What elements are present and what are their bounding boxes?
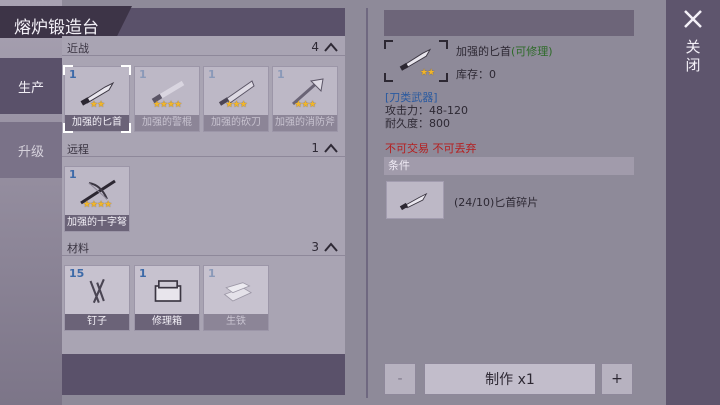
rarity-stars: ★★ — [89, 100, 105, 110]
item-name-text: 加强的匕首 — [456, 45, 511, 58]
decrease-quantity-button[interactable]: - — [384, 363, 416, 395]
chevron-up-icon[interactable] — [323, 142, 339, 154]
recipe-item-reinforced-crossbow[interactable]: 1 ★★★★ 加强的十字弩 — [64, 166, 130, 232]
durability-stat: 耐久度：800 — [385, 117, 450, 130]
item-label: 生铁 — [204, 314, 268, 330]
frame-corner — [384, 40, 393, 49]
repair-kit-icon — [154, 280, 182, 302]
condition-material-slot[interactable] — [386, 181, 444, 219]
page-title: 熔炉锻造台 — [14, 18, 99, 38]
section-name: 远程 — [67, 143, 89, 156]
repairable-tag: (可修理) — [511, 45, 553, 58]
item-label: 修理箱 — [135, 314, 199, 330]
selection-corner — [63, 123, 73, 133]
material-item-pig-iron[interactable]: 1 生铁 — [203, 265, 269, 331]
stock-count: 库存：0 — [456, 68, 496, 81]
section-header-melee[interactable]: 近战 4 — [62, 38, 345, 56]
rarity-stars: ★★★ — [225, 100, 247, 110]
conditions-header: 条件 — [384, 157, 634, 175]
increase-quantity-button[interactable]: + — [601, 363, 633, 395]
frame-corner — [439, 40, 448, 49]
section-name: 近战 — [67, 42, 89, 55]
detail-item-icon — [384, 40, 448, 82]
recipe-item-reinforced-fire-axe[interactable]: 1 ★★★ 加强的消防斧 — [272, 66, 338, 132]
selection-corner — [63, 65, 73, 75]
tab-produce[interactable]: 生产 — [0, 58, 62, 114]
section-count: 1 — [311, 141, 319, 155]
section-header-materials[interactable]: 材料 3 — [62, 238, 345, 256]
rarity-stars: ★★★ — [294, 100, 316, 110]
frame-corner — [384, 73, 393, 82]
detail-header — [384, 10, 634, 36]
item-label: 加强的警棍 — [135, 115, 199, 131]
item-label: 加强的砍刀 — [204, 115, 268, 131]
section-header-ranged[interactable]: 远程 1 — [62, 139, 345, 157]
section-count: 3 — [311, 240, 319, 254]
item-label: 钉子 — [65, 314, 129, 330]
item-label: 加强的消防斧 — [273, 115, 337, 131]
rarity-stars: ★★★★ — [82, 200, 112, 210]
recipe-item-reinforced-baton[interactable]: 1 ★★★★ 加强的警棍 — [134, 66, 200, 132]
close-icon[interactable] — [682, 8, 704, 30]
nails-icon — [89, 278, 105, 304]
pig-iron-icon — [223, 282, 253, 302]
rarity-stars: ★★ — [420, 68, 435, 78]
panel-divider — [366, 8, 368, 398]
frame-corner — [439, 73, 448, 82]
close-button-label[interactable]: 关闭 — [684, 38, 702, 74]
craft-button[interactable]: 制作 x1 — [424, 363, 596, 395]
selection-corner — [121, 65, 131, 75]
dagger-shard-icon — [399, 192, 428, 211]
rarity-stars: ★★★★ — [152, 100, 182, 110]
detail-item-name: 加强的匕首(可修理) — [456, 43, 553, 59]
chevron-up-icon[interactable] — [323, 241, 339, 253]
item-label: 加强的匕首 — [65, 115, 129, 131]
item-label: 加强的十字弩 — [65, 215, 129, 231]
section-count: 4 — [311, 40, 319, 54]
condition-text: (24/10)匕首碎片 — [454, 196, 539, 209]
material-item-nails[interactable]: 15 钉子 — [64, 265, 130, 331]
tab-upgrade[interactable]: 升级 — [0, 122, 62, 178]
recipe-list-footer — [62, 354, 345, 395]
material-item-repair-kit[interactable]: 1 修理箱 — [134, 265, 200, 331]
recipe-item-reinforced-dagger[interactable]: 1 ★★ 加强的匕首 — [63, 65, 131, 133]
recipe-item-reinforced-machete[interactable]: 1 ★★★ 加强的砍刀 — [203, 66, 269, 132]
chevron-up-icon[interactable] — [323, 41, 339, 53]
selection-corner — [121, 123, 131, 133]
trade-restriction: 不可交易 不可丢弃 — [385, 142, 477, 155]
section-name: 材料 — [67, 242, 89, 255]
